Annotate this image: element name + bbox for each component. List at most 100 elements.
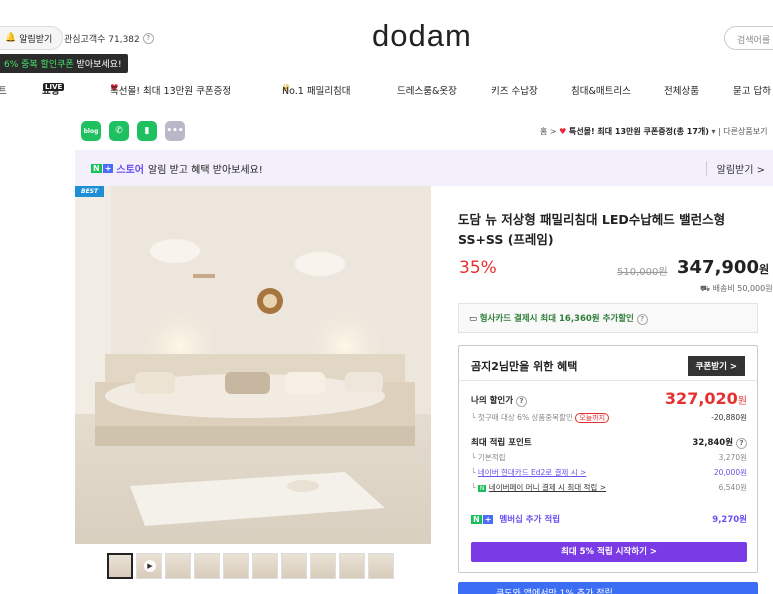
- my-price-unit: 원: [737, 396, 747, 407]
- product-title: 도담 뉴 저상형 패밀리침대 LED수납헤드 밸런스형 SS+SS (프레임): [458, 212, 726, 247]
- thumbnail[interactable]: [194, 553, 220, 579]
- thumbnail[interactable]: [281, 553, 307, 579]
- breadcrumb: 홈 > ♥ 특선몰! 최대 13만원 쿠폰증정(총 17개) ▾ | 다른상품보…: [540, 127, 768, 136]
- help-icon[interactable]: ?: [736, 438, 747, 449]
- naverpay-icon: N: [477, 485, 487, 492]
- notification-button-label: 알림받기: [19, 34, 53, 45]
- interest-count: 관심고객수 71,382 ?: [64, 32, 154, 45]
- shipping-fee: ⛟ 배송비 50,000원: [700, 283, 773, 294]
- bookmark-share-icon[interactable]: ▮: [137, 121, 157, 141]
- search-input[interactable]: 검색어를: [724, 26, 773, 50]
- bell-icon: 🔔: [5, 33, 17, 43]
- naver-card-row[interactable]: └ 네이버 현대카드 Ed2로 결제 시 > 20,000원: [471, 467, 747, 478]
- card-discount-text: 형사카드 결제시 최대 16,360원 추가할인: [479, 314, 634, 324]
- nav-item-partial[interactable]: 트: [0, 83, 7, 97]
- membership-row: N + 멤버십 추가 적립 9,270원: [471, 513, 747, 525]
- thumbnail-video[interactable]: ▶: [136, 553, 162, 579]
- help-icon[interactable]: ?: [142, 33, 154, 44]
- original-price: 510,000원: [617, 267, 668, 278]
- nav-item-all-products[interactable]: 전체상품: [664, 83, 699, 97]
- plus-badge: +: [482, 515, 494, 524]
- store-name: 스토어: [116, 164, 145, 176]
- card-discount-box[interactable]: ▭ 형사카드 결제시 최대 16,360원 추가할인 ?: [458, 303, 758, 333]
- naver-badge: N: [91, 163, 102, 173]
- divider: [459, 380, 757, 381]
- heart-icon: ♥: [559, 127, 567, 136]
- sale-price: 347,900원: [677, 257, 769, 278]
- points-label: 최대 적립 포인트: [471, 438, 532, 448]
- store-notify-banner: N + 스토어 알림 받고 혜택 받아보세요! 알림받기 >: [75, 150, 773, 186]
- product-main-image[interactable]: BEST: [75, 186, 431, 544]
- thumbnail[interactable]: [310, 553, 336, 579]
- coupon-tooltip-highlight: 6% 중복 할인쿠폰: [4, 60, 74, 70]
- bedroom-photo: [75, 186, 431, 544]
- points-row: 최대 적립 포인트 32,840원 ?: [471, 436, 747, 449]
- breadcrumb-other[interactable]: 다른상품보기: [723, 127, 767, 136]
- talk-share-icon[interactable]: ✆: [109, 121, 129, 141]
- benefit-title: 곰지2님만을 위한 혜택: [471, 360, 578, 373]
- coupon-button[interactable]: 쿠폰받기 >: [687, 356, 745, 376]
- my-price-value: 327,020: [664, 389, 738, 408]
- notification-button[interactable]: 🔔 알림받기: [0, 26, 64, 50]
- first-buy-value: -20,880원: [711, 413, 747, 422]
- points-value-wrap: 32,840원 ?: [692, 436, 747, 449]
- nav-item-dressroom[interactable]: 드레스룸&옷장: [397, 83, 457, 97]
- help-icon[interactable]: ?: [516, 396, 528, 407]
- coupon-tooltip: 6% 중복 할인쿠폰 받아보세요!: [0, 54, 128, 73]
- interest-count-label: 관심고객수 71,382: [64, 35, 140, 45]
- my-price-label: 나의 할인가: [471, 396, 514, 406]
- membership-start-button[interactable]: 최대 5% 적립 시작하기 >: [471, 542, 747, 562]
- play-icon: ▶: [144, 560, 156, 572]
- help-icon[interactable]: ?: [636, 314, 648, 325]
- naver-card-link[interactable]: 네이버 현대카드 Ed2로 결제 시 >: [478, 468, 586, 477]
- basic-points-label: 기본적립: [477, 453, 506, 462]
- my-price: 327,020원: [665, 389, 747, 408]
- store-notify-button[interactable]: 알림받기 >: [705, 161, 765, 176]
- share-buttons: blog ✆ ▮ •••: [81, 121, 185, 141]
- thumbnail[interactable]: [165, 553, 191, 579]
- naverpay-row[interactable]: └ N 네이버페이 머니 결제 시 최대 적립 > 6,540원: [471, 482, 747, 493]
- live-badge: LIVE: [43, 83, 65, 91]
- coupon-tooltip-text: 받아보세요!: [73, 60, 122, 70]
- nav-item-qna[interactable]: 묻고 답하: [733, 83, 771, 97]
- discount-rate: 35%: [459, 258, 497, 278]
- naverpay-value: 6,540원: [718, 483, 747, 492]
- first-buy-label: 첫구매 대상 6% 상품중복할인: [477, 413, 573, 422]
- naverpay-link[interactable]: 네이버페이 머니 결제 시 최대 적립 >: [489, 483, 606, 492]
- app-bonus-banner[interactable]: 쿠도와 앱에서만 1% 추가 적립: [458, 582, 758, 594]
- benefit-panel: 곰지2님만을 위한 혜택 쿠폰받기 > 나의 할인가 ? 327,020원 └ …: [458, 345, 758, 573]
- thumbnail[interactable]: [339, 553, 365, 579]
- more-share-icon[interactable]: •••: [165, 121, 185, 141]
- nav-special-label: 특선몰! 최대 13만원 쿠폰증정: [110, 86, 232, 97]
- breadcrumb-current[interactable]: 특선몰! 최대 13만원 쿠폰증정(총 17개): [569, 127, 709, 136]
- thumbnail[interactable]: [368, 553, 394, 579]
- thumbnail[interactable]: [252, 553, 278, 579]
- best-badge: BEST: [75, 186, 105, 197]
- breadcrumb-home[interactable]: 홈: [540, 127, 547, 136]
- naver-card-value: 20,000원: [713, 468, 747, 477]
- nav-item-kids-storage[interactable]: 키즈 수납장: [491, 83, 538, 97]
- shipping-fee-label: 배송비 50,000원: [712, 284, 773, 293]
- app-bonus-text: 쿠도와 앱에서만 1% 추가 적립: [496, 589, 613, 594]
- truck-icon: ⛟: [700, 284, 711, 293]
- store-logo[interactable]: dodam: [372, 18, 472, 54]
- today-only-badge: 오늘까지: [575, 413, 610, 423]
- naver-badge: N: [471, 515, 482, 524]
- basic-points-row: └ 기본적립 3,270원: [471, 453, 747, 462]
- blog-share-icon[interactable]: blog: [81, 121, 101, 141]
- thumbnail-strip: ▶: [107, 553, 394, 579]
- plus-badge: +: [102, 163, 114, 173]
- thumbnail[interactable]: [107, 553, 133, 579]
- thumbnail[interactable]: [223, 553, 249, 579]
- store-banner-text: 알림 받고 혜택 받아보세요!: [148, 164, 263, 176]
- basic-points-value: 3,270원: [718, 453, 747, 462]
- first-buy-row: └ 첫구매 대상 6% 상품중복할인 오늘까지 -20,880원: [471, 413, 747, 423]
- product-page: { "header": { "alarm_label": "알림받기", "in…: [0, 0, 773, 594]
- my-price-row: 나의 할인가 ? 327,020원: [471, 389, 747, 408]
- points-value: 32,840원: [692, 438, 734, 448]
- membership-value: 9,270원: [712, 515, 747, 525]
- nav-family-bed-label: No.1 패밀리침대: [282, 86, 351, 97]
- sale-price-unit: 원: [758, 263, 770, 276]
- sale-price-value: 347,900: [677, 257, 759, 278]
- nav-item-bed-mattress[interactable]: 침대&매트리스: [571, 83, 631, 97]
